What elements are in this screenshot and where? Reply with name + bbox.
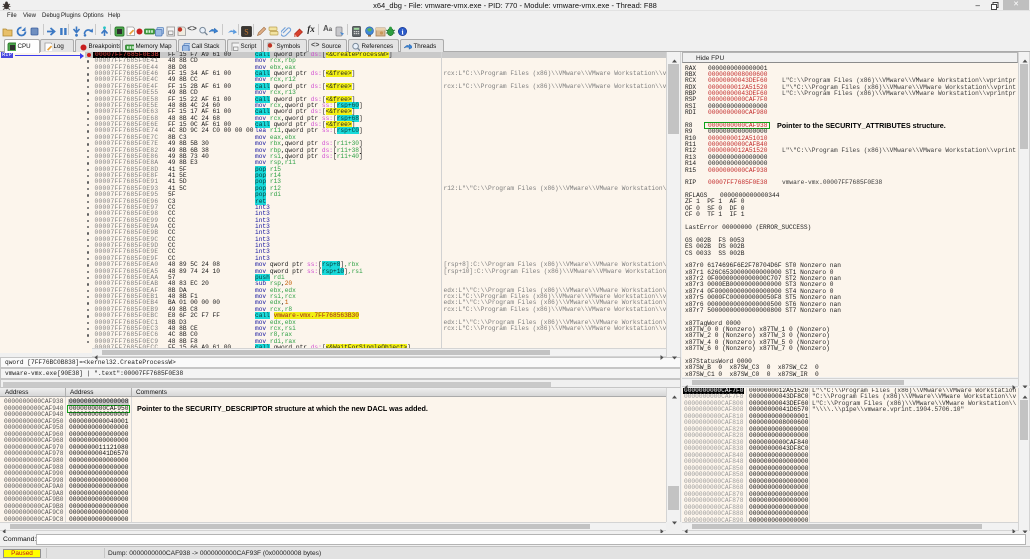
svg-text:i: i [401, 27, 403, 36]
svg-text:S: S [244, 28, 248, 37]
